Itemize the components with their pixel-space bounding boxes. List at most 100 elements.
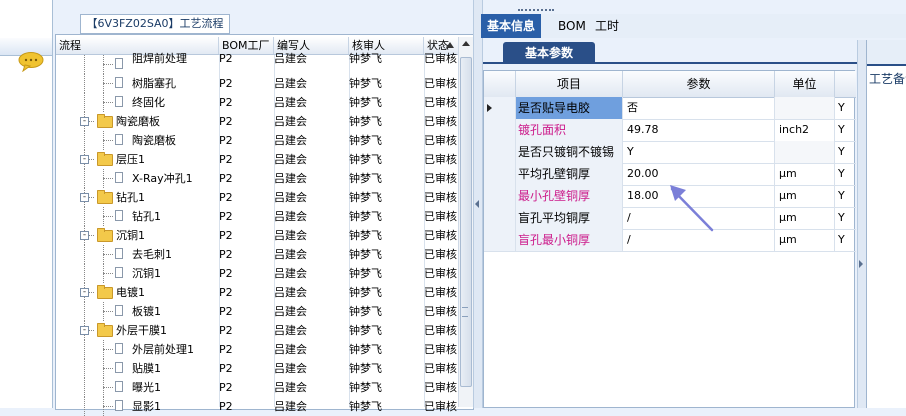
tree-row-author: 吕建会 [274, 286, 307, 299]
column-header-value[interactable] [835, 71, 856, 97]
tree-row-bom: P2 [219, 324, 233, 337]
tree-row[interactable]: 树脂塞孔 P2 吕建会 钟梦飞 已审核 [56, 74, 458, 93]
param-flag-cell: Y [838, 189, 845, 202]
param-value-cell[interactable]: 否 [623, 97, 775, 119]
param-row[interactable]: 是否贴导电胶否 Y [484, 97, 856, 120]
sort-ascending-icon [446, 42, 454, 48]
tree-row[interactable]: - 钻孔1 P2 吕建会 钟梦飞 已审核 [56, 188, 458, 207]
tree-row-author: 吕建会 [274, 172, 307, 185]
row-selector[interactable] [484, 141, 516, 163]
tab-basic-info[interactable]: 基本信息 [481, 14, 542, 38]
collapse-toggle-icon[interactable]: - [80, 326, 89, 335]
collapse-toggle-icon[interactable]: - [80, 193, 89, 202]
tree-row-bom: P2 [219, 191, 233, 204]
process-tree-grid[interactable]: 流程 BOM工厂 编写人 核审人 状态 阻焊前处理 P2 吕建会 钟梦飞 已审核 树脂塞孔… [55, 34, 474, 416]
tree-row[interactable]: - 陶瓷磨板 P2 吕建会 钟梦飞 已审核 [56, 112, 458, 131]
top-tab-bar: 基本信息 BOM 工时 [481, 14, 906, 38]
tree-row-name: 沉铜1 [132, 267, 161, 280]
tab-basic-params[interactable]: 基本参数 [503, 42, 595, 64]
tree-row[interactable]: 沉铜1 P2 吕建会 钟梦飞 已审核 [56, 264, 458, 283]
tree-row[interactable]: 陶瓷磨板 P2 吕建会 钟梦飞 已审核 [56, 131, 458, 150]
param-item-name: 平均孔壁铜厚 [516, 163, 623, 185]
collapse-left-arrow-icon[interactable] [475, 200, 479, 208]
tree-row[interactable]: 显影1 P2 吕建会 钟梦飞 已审核 [56, 397, 458, 416]
document-icon [115, 58, 123, 69]
tree-row-author: 吕建会 [274, 400, 307, 413]
param-row[interactable]: 是否只镀铜不镀锡 Y Y [484, 141, 856, 164]
tree-row-name: 沉铜1 [116, 229, 145, 242]
param-value-cell[interactable]: 49.78 [623, 119, 775, 141]
tree-row-bom: P2 [219, 267, 233, 280]
param-value-cell[interactable]: Y [623, 141, 775, 163]
tab-labor-hours[interactable]: 工时 [589, 14, 625, 38]
tree-row-reviewer: 钟梦飞 [349, 324, 382, 337]
tree-row-bom: P2 [219, 362, 233, 375]
tree-row[interactable]: 外层前处理1 P2 吕建会 钟梦飞 已审核 [56, 340, 458, 359]
expand-right-arrow-icon[interactable] [859, 260, 863, 268]
tree-row-status: 已审核 [424, 324, 457, 337]
tree-row[interactable]: 钻孔1 P2 吕建会 钟梦飞 已审核 [56, 207, 458, 226]
scroll-up-icon[interactable] [460, 38, 472, 50]
tree-row-status: 已审核 [424, 248, 457, 261]
param-flag-cell: Y [838, 145, 845, 158]
process-notes-label: 工艺备注 [869, 72, 906, 86]
tree-row-reviewer: 钟梦飞 [349, 229, 382, 242]
column-header-unit[interactable]: 单位 [775, 71, 835, 97]
collapse-toggle-icon[interactable]: - [80, 231, 89, 240]
folder-icon [97, 323, 113, 337]
tree-row-author: 吕建会 [274, 324, 307, 337]
collapse-toggle-icon[interactable]: - [80, 288, 89, 297]
tree-rows: 阻焊前处理 P2 吕建会 钟梦飞 已审核 树脂塞孔 P2 吕建会 钟梦飞 已审核 终固化 P2 吕建会钟… [56, 52, 458, 416]
row-selector[interactable] [484, 97, 516, 119]
tree-row[interactable]: 曝光1 P2 吕建会 钟梦飞 已审核 [56, 378, 458, 397]
tab-bom[interactable]: BOM [552, 14, 592, 38]
row-selector[interactable] [484, 119, 516, 141]
row-selector[interactable] [484, 185, 516, 207]
tree-row-bom: P2 [219, 343, 233, 356]
param-unit-cell: inch2 [775, 119, 835, 141]
tree-row[interactable]: - 沉铜1 P2 吕建会 钟梦飞 已审核 [56, 226, 458, 245]
param-flag-cell: Y [838, 167, 845, 180]
row-selector[interactable] [484, 229, 516, 251]
tree-row[interactable]: - 电镀1 P2 吕建会 钟梦飞 已审核 [56, 283, 458, 302]
tab-process-notes[interactable] [867, 40, 906, 66]
param-unit-cell: μm [775, 185, 835, 207]
tree-row-status: 已审核 [424, 77, 457, 90]
tree-row-name: 外层干膜1 [116, 324, 167, 337]
tree-row-author: 吕建会 [274, 381, 307, 394]
document-icon [115, 400, 123, 411]
tree-row[interactable]: - 层压1 P2 吕建会 钟梦飞 已审核 [56, 150, 458, 169]
tree-vertical-scrollbar[interactable] [458, 37, 473, 407]
param-item-name: 镀孔面积 [516, 119, 623, 141]
tree-row-name: 电镀1 [116, 286, 145, 299]
collapse-toggle-icon[interactable]: - [80, 117, 89, 126]
scrollbar-thumb[interactable] [460, 57, 472, 387]
tree-row[interactable]: 阻焊前处理 P2 吕建会 钟梦飞 已审核 [56, 52, 458, 74]
row-selector[interactable] [484, 163, 516, 185]
param-row[interactable]: 镀孔面积 49.78 inch2 Y [484, 119, 856, 142]
column-header-item[interactable]: 项目 [516, 71, 623, 97]
folder-icon [97, 114, 113, 128]
tree-row-author: 吕建会 [274, 115, 307, 128]
tree-row-name: 陶瓷磨板 [116, 115, 160, 128]
tree-row[interactable]: 贴膜1 P2 吕建会 钟梦飞 已审核 [56, 359, 458, 378]
row-selector[interactable] [484, 207, 516, 229]
tree-row-status: 已审核 [424, 343, 457, 356]
tree-row[interactable]: - 外层干膜1 P2 吕建会 钟梦飞 已审核 [56, 321, 458, 340]
tree-row-reviewer: 钟梦飞 [349, 305, 382, 318]
tree-row-status: 已审核 [424, 362, 457, 375]
column-header-param[interactable]: 参数 [623, 71, 775, 97]
tree-row[interactable]: 板镀1 P2 吕建会 钟梦飞 已审核 [56, 302, 458, 321]
collapse-toggle-icon[interactable]: - [80, 155, 89, 164]
panel-splitter[interactable] [473, 0, 483, 408]
tree-row-author: 吕建会 [274, 248, 307, 261]
folder-icon [97, 152, 113, 166]
tree-row-reviewer: 钟梦飞 [349, 400, 382, 413]
tree-row-name: X-Ray冲孔1 [132, 172, 193, 185]
param-grid[interactable]: 项目 参数 单位 是否贴导电胶否 Y 镀孔面积 49.78 inch2 Y 是否只镀铜不镀锡… [483, 70, 856, 408]
tree-row[interactable]: X-Ray冲孔1 P2 吕建会 钟梦飞 已审核 [56, 169, 458, 188]
speech-bubble-icon[interactable] [18, 52, 44, 72]
tree-row-bom: P2 [219, 400, 233, 413]
tree-row[interactable]: 去毛刺1 P2 吕建会 钟梦飞 已审核 [56, 245, 458, 264]
tree-row[interactable]: 终固化 P2 吕建会 钟梦飞 已审核 [56, 93, 458, 112]
